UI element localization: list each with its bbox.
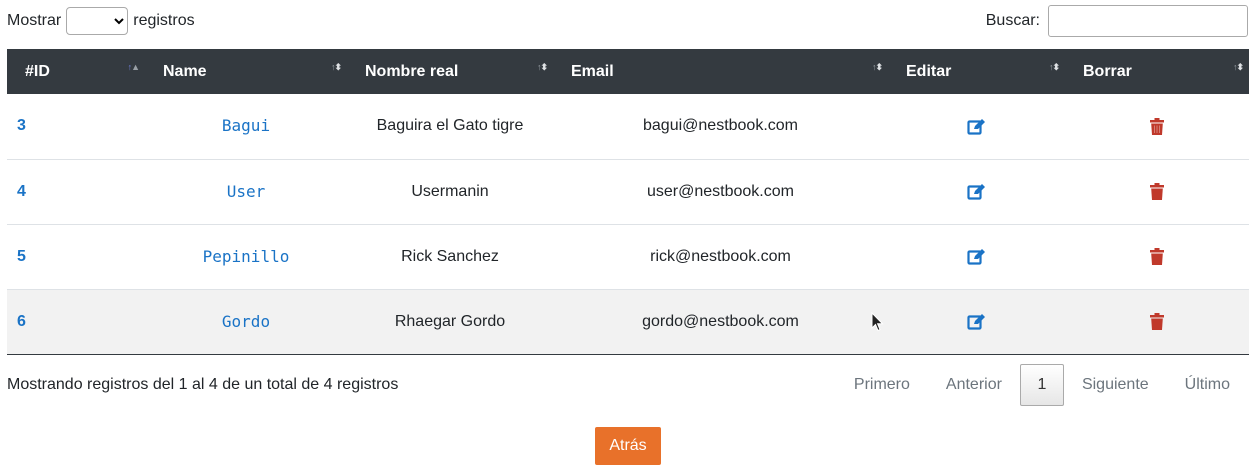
row-real-name: Baguira el Gato tigre <box>376 117 524 135</box>
table-row: 3 Bagui Baguira el Gato tigre bagui@nest… <box>7 94 1249 159</box>
sort-both-icon: ↑⬍ <box>871 62 883 72</box>
edit-icon[interactable] <box>967 313 986 330</box>
edit-icon[interactable] <box>967 118 986 135</box>
table-row: 4 User Usermanin user@nestbook.com <box>7 159 1249 224</box>
column-header-delete[interactable]: Borrar ↑⬍ <box>1065 49 1249 94</box>
back-button[interactable]: Atrás <box>595 427 661 465</box>
table-info: Mostrando registros del 1 al 4 de un tot… <box>7 376 399 393</box>
length-suffix-label: registros <box>133 12 195 29</box>
table-header-row: #ID ↑▲ Name ↑⬍ Nombre real ↑⬍ Email ↑⬍ Edita… <box>7 49 1249 94</box>
row-email: rick@nestbook.com <box>650 247 791 265</box>
column-header-real-name[interactable]: Nombre real ↑⬍ <box>347 49 553 94</box>
user-name-link[interactable]: Pepinillo <box>203 247 290 266</box>
row-real-name: Rhaegar Gordo <box>394 312 506 330</box>
edit-icon[interactable] <box>967 248 986 265</box>
users-table: #ID ↑▲ Name ↑⬍ Nombre real ↑⬍ Email ↑⬍ Edita… <box>7 49 1249 355</box>
row-email: gordo@nestbook.com <box>642 312 799 330</box>
pagination-page-1[interactable]: 1 <box>1019 364 1064 406</box>
pagination-previous[interactable]: Anterior <box>928 365 1020 405</box>
table-row: 5 Pepinillo Rick Sanchez rick@nestbook.c… <box>7 224 1249 289</box>
pagination: Primero Anterior 1 Siguiente Último <box>836 364 1248 406</box>
row-id: 6 <box>17 312 26 330</box>
row-id: 4 <box>17 182 26 200</box>
edit-icon[interactable] <box>967 183 986 200</box>
search-control: Buscar: <box>986 5 1248 37</box>
column-header-email[interactable]: Email ↑⬍ <box>553 49 888 94</box>
column-header-edit[interactable]: Editar ↑⬍ <box>888 49 1065 94</box>
page-length-select[interactable] <box>66 7 129 35</box>
row-real-name: Rick Sanchez <box>401 247 499 265</box>
trash-icon[interactable] <box>1150 182 1164 200</box>
length-prefix-label: Mostrar <box>7 12 62 29</box>
page-length-control: Mostrar registros <box>7 7 195 35</box>
mouse-cursor-icon <box>871 312 884 332</box>
user-name-link[interactable]: User <box>227 182 266 201</box>
user-name-link[interactable]: Gordo <box>222 312 270 331</box>
row-id: 5 <box>17 247 26 265</box>
column-header-id[interactable]: #ID ↑▲ <box>7 49 145 94</box>
pagination-next[interactable]: Siguiente <box>1064 365 1167 405</box>
sort-both-icon: ↑⬍ <box>1048 62 1060 72</box>
search-label: Buscar: <box>985 12 1040 29</box>
sort-asc-icon: ↑▲ <box>127 62 140 72</box>
sort-both-icon: ↑⬍ <box>1232 62 1244 72</box>
search-input[interactable] <box>1048 5 1248 37</box>
sort-both-icon: ↑⬍ <box>536 62 548 72</box>
row-email: bagui@nestbook.com <box>643 117 798 135</box>
trash-icon[interactable] <box>1150 312 1164 330</box>
row-id: 3 <box>17 117 26 135</box>
user-name-link[interactable]: Bagui <box>222 116 270 135</box>
table-controls: Mostrar registros Buscar: <box>7 5 1248 41</box>
pagination-last[interactable]: Último <box>1167 365 1248 405</box>
trash-icon[interactable] <box>1150 117 1164 135</box>
column-header-name[interactable]: Name ↑⬍ <box>145 49 347 94</box>
sort-both-icon: ↑⬍ <box>330 62 342 72</box>
row-real-name: Usermanin <box>411 182 489 200</box>
row-email: user@nestbook.com <box>647 182 794 200</box>
pagination-first[interactable]: Primero <box>836 365 928 405</box>
table-row: 6 Gordo Rhaegar Gordo gordo@nestbook.com <box>7 289 1249 354</box>
trash-icon[interactable] <box>1150 247 1164 265</box>
